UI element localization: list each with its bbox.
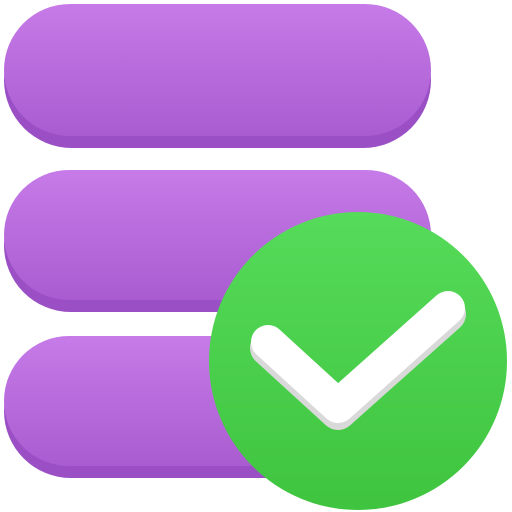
database-layer-top — [4, 4, 431, 148]
database-check-svg — [4, 4, 507, 510]
database-check-icon — [0, 0, 512, 512]
check-badge-icon — [209, 212, 507, 510]
